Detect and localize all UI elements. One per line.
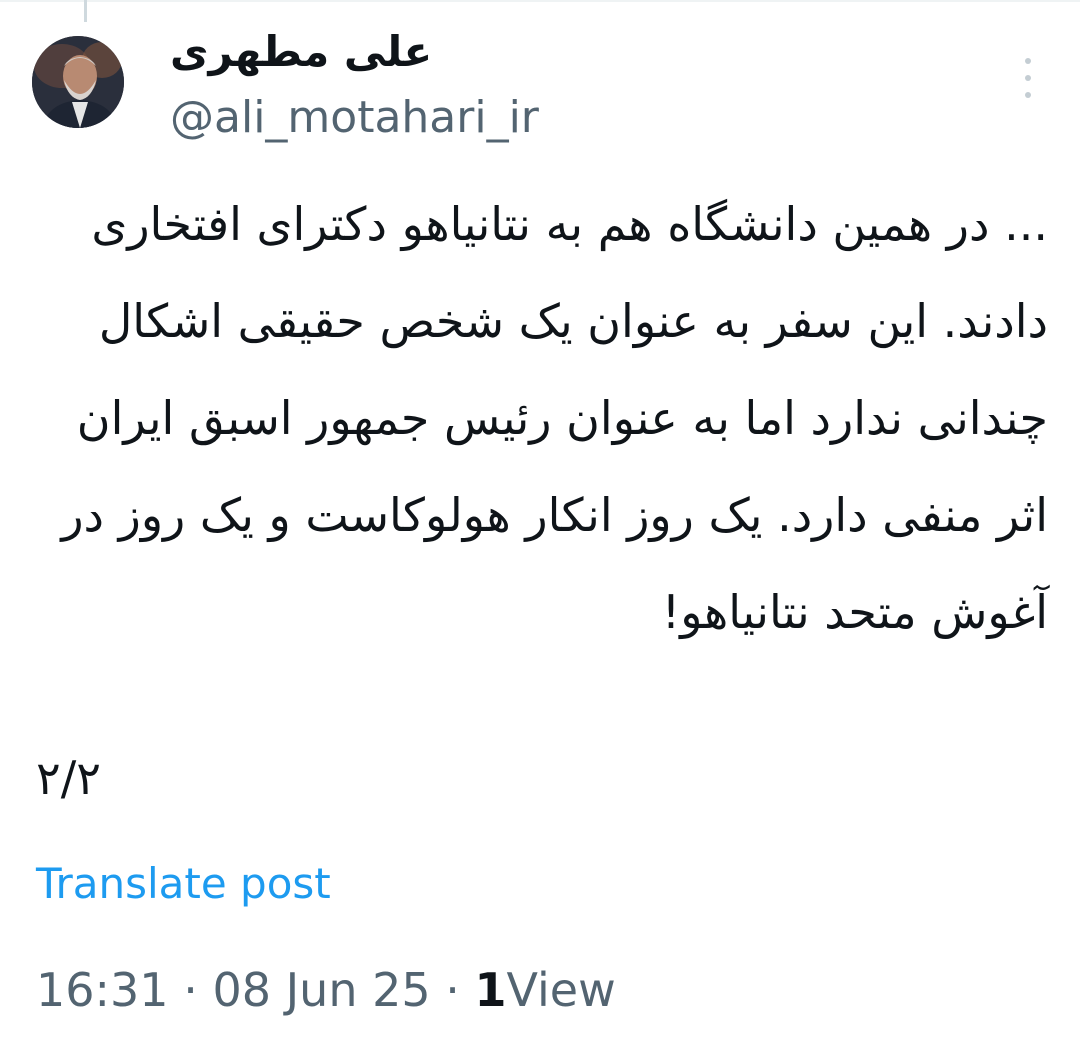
more-dot: [1025, 92, 1031, 98]
meta-separator: ·: [183, 963, 198, 1017]
avatar[interactable]: [32, 36, 124, 128]
author-handle[interactable]: @ali_motahari_ir: [170, 92, 539, 144]
views-count: 1: [474, 963, 507, 1017]
translate-post-link[interactable]: Translate post: [36, 858, 331, 910]
more-dot: [1025, 75, 1031, 81]
meta-separator: ·: [445, 963, 460, 1017]
thread-count: ۲/۲: [36, 751, 101, 805]
tweet-metadata: 16:31 · 08 Jun 25 · 1View: [36, 962, 616, 1018]
tweet-text: ... در همین دانشگاه هم به نتانیاهو دکترا…: [61, 197, 1048, 639]
thread-connector-line: [84, 0, 87, 22]
post-time[interactable]: 16:31: [36, 963, 169, 1017]
author-display-name[interactable]: علی مطهری: [170, 26, 432, 78]
post-date[interactable]: 08 Jun 25: [212, 963, 430, 1017]
more-vertical-icon[interactable]: [1010, 58, 1046, 98]
more-dot: [1025, 58, 1031, 64]
top-divider: [0, 0, 1080, 2]
views-label: View: [506, 963, 616, 1017]
avatar-photo-icon: [32, 36, 124, 128]
